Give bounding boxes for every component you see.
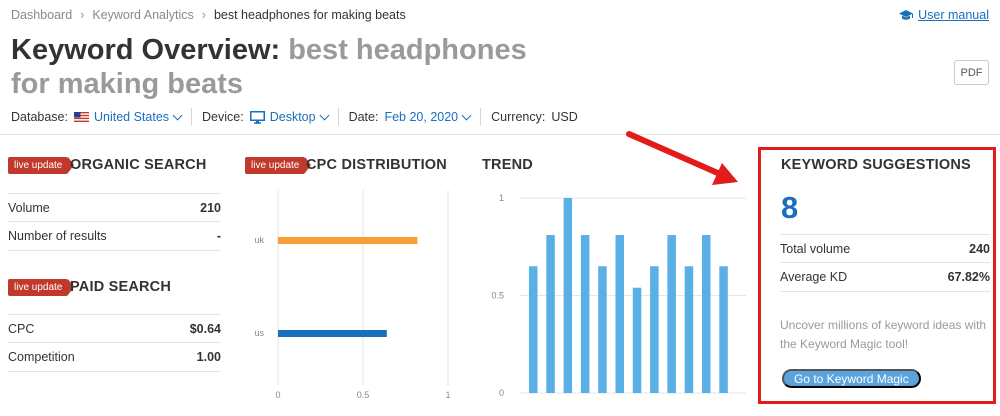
device-filter: Device: Desktop: [202, 110, 330, 124]
trend-bar: [702, 235, 711, 393]
divider: [337, 108, 339, 126]
currency-filter: Currency: USD: [491, 110, 578, 124]
y-tick-label: us: [254, 328, 264, 338]
suggestions-row-average-kd: Average KD 67.82%: [780, 263, 990, 292]
keyword-magic-button[interactable]: Go to Keyword Magic: [782, 369, 921, 388]
y-tick-label: 0.5: [491, 291, 504, 301]
trend-bar: [684, 266, 694, 393]
trend-bar: [529, 266, 538, 393]
x-tick-label: 1: [445, 390, 450, 400]
breadcrumb: Dashboard › Keyword Analytics › best headpho…: [11, 8, 406, 22]
trend-bar: [563, 198, 573, 393]
breadcrumb-keyword-analytics[interactable]: Keyword Analytics: [92, 8, 193, 22]
x-tick-label: 0.5: [357, 390, 370, 400]
trend-bar: [615, 235, 624, 393]
page-title: Keyword Overview: best headphones for ma…: [11, 33, 571, 101]
trend-bar: [667, 235, 676, 393]
breadcrumb-current: best headphones for making beats: [213, 8, 406, 22]
row-value: -: [216, 229, 221, 243]
live-update-badge: live update: [245, 157, 312, 174]
y-tick-label: 1: [499, 193, 504, 203]
suggestions-row-total-volume: Total volume 240: [780, 234, 990, 263]
keyword-suggestions-title: KEYWORD SUGGESTIONS: [781, 157, 971, 173]
divider: [480, 108, 482, 126]
user-manual-label: User manual: [918, 8, 989, 22]
chevron-down-icon: [461, 110, 472, 120]
chevron-right-icon: ›: [80, 8, 85, 22]
cpc-bar: [278, 237, 418, 244]
user-manual-link[interactable]: User manual: [898, 8, 989, 22]
divider: [191, 108, 193, 126]
device-dropdown[interactable]: Desktop: [249, 110, 330, 124]
paid-row-cpc: CPC $0.64: [8, 314, 221, 343]
us-flag-icon: [73, 112, 89, 122]
paid-row-competition: Competition 1.00: [8, 343, 221, 372]
date-dropdown[interactable]: Feb 20, 2020: [384, 110, 472, 124]
row-value: 67.82%: [947, 270, 990, 284]
suggestions-count[interactable]: 8: [781, 190, 798, 226]
monitor-icon: [249, 110, 265, 124]
row-label: Number of results: [8, 229, 107, 243]
annotation-arrow: [626, 131, 738, 185]
trend-bar: [580, 235, 590, 393]
cpc-distribution-chart: 0 0.5 1 uk us: [254, 190, 451, 400]
chevron-right-icon: ›: [201, 8, 206, 22]
trend-bar: [598, 266, 607, 393]
suggestions-description: Uncover millions of keyword ideas with t…: [780, 318, 987, 351]
trend-bar: [632, 287, 642, 393]
row-label: CPC: [8, 321, 35, 336]
database-label: Database:: [11, 110, 68, 124]
date-filter: Date: Feb 20, 2020: [348, 110, 472, 124]
live-update-badge: live update: [8, 157, 75, 174]
row-value: 210: [200, 200, 221, 215]
graduation-cap-icon: [899, 9, 914, 20]
organic-row-results: Number of results -: [8, 222, 221, 251]
database-filter: Database: United States: [11, 110, 183, 124]
row-label: Total volume: [780, 241, 851, 256]
paid-search-title: PAID SEARCH: [70, 279, 172, 295]
row-value: 1.00: [196, 350, 221, 364]
trend-bar: [719, 266, 728, 393]
row-label: Average KD: [780, 270, 848, 284]
x-tick-label: 0: [275, 390, 280, 400]
filter-bar: Database: United States Device: Desktop: [11, 108, 578, 126]
trend-bar: [546, 235, 555, 393]
row-value: $0.64: [189, 321, 221, 336]
currency-label: Currency:: [491, 110, 546, 124]
device-value: Desktop: [269, 110, 316, 124]
trend-title: TREND: [482, 157, 533, 173]
row-label: Competition: [8, 350, 75, 364]
date-label: Date:: [348, 110, 379, 124]
chevron-down-icon: [172, 110, 183, 120]
title-prefix: Keyword Overview:: [11, 34, 281, 66]
y-tick-label: 0: [499, 388, 504, 398]
y-tick-label: uk: [254, 235, 264, 245]
row-value: 240: [969, 241, 990, 256]
trend-bar: [650, 266, 659, 393]
organic-row-volume: Volume 210: [8, 193, 221, 222]
cpc-bar: [278, 330, 387, 337]
organic-search-title: ORGANIC SEARCH: [70, 157, 207, 173]
date-value: Feb 20, 2020: [384, 110, 459, 124]
divider: [0, 134, 1000, 135]
database-dropdown[interactable]: United States: [73, 110, 183, 124]
currency-value: USD: [551, 110, 578, 124]
breadcrumb-dashboard[interactable]: Dashboard: [11, 8, 72, 22]
live-update-badge: live update: [8, 279, 75, 296]
cpc-distribution-title: CPC DISTRIBUTION: [306, 157, 447, 173]
database-value: United States: [93, 110, 170, 124]
row-label: Volume: [8, 200, 50, 215]
device-label: Device:: [202, 110, 244, 124]
trend-chart: 00.51: [491, 193, 746, 398]
pdf-button[interactable]: PDF: [954, 60, 989, 85]
chevron-down-icon: [319, 110, 330, 120]
